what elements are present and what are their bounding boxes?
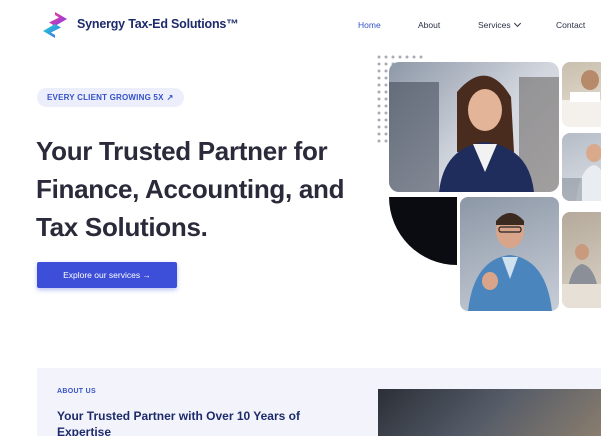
brand-name[interactable]: Synergy Tax-Ed Solutions™ (77, 17, 239, 31)
about-label: ABOUT US (57, 388, 96, 395)
nav-contact[interactable]: Contact (556, 20, 585, 30)
about-section: ABOUT US Your Trusted Partner with Over … (37, 368, 601, 436)
decorative-quarter-circle (389, 197, 457, 265)
hero-title-line: Tax Solutions. (36, 212, 208, 242)
site-header: Synergy Tax-Ed Solutions™ Home About Ser… (0, 0, 601, 52)
hero-title-line: Finance, Accounting, and (36, 174, 345, 204)
about-title: Your Trusted Partner with Over 10 Years … (57, 408, 337, 436)
team-photo-office (562, 212, 601, 308)
about-team-photo (378, 389, 601, 436)
meeting-illustration (562, 144, 601, 201)
about-title-line: Expertise (57, 425, 112, 436)
chevron-down-icon (513, 19, 521, 28)
hero-title-line: Your Trusted Partner for (36, 136, 328, 166)
about-title-line: Your Trusted Partner with Over 10 Years … (57, 409, 300, 423)
team-photo-man-thumbs-up (460, 197, 559, 311)
nav-about[interactable]: About (418, 20, 440, 30)
growth-badge: EVERY CLIENT GROWING 5X ↗ (37, 88, 184, 107)
nav-home[interactable]: Home (358, 20, 381, 30)
hero-title: Your Trusted Partner for Finance, Accoun… (36, 132, 366, 246)
office-illustration (562, 244, 601, 308)
team-photo-woman (389, 62, 559, 192)
nav-services-label: Services (478, 20, 511, 30)
man-portrait-illustration (468, 213, 552, 311)
team-photo-desk (562, 62, 601, 127)
woman-portrait-illustration (389, 75, 559, 192)
desk-illustration (562, 70, 601, 127)
nav-services[interactable]: Services (478, 19, 521, 30)
trend-up-icon: ↗ (166, 93, 174, 102)
brand-logo-icon[interactable] (40, 10, 70, 40)
growth-badge-label: EVERY CLIENT GROWING 5X (47, 93, 164, 102)
team-photo-meeting (562, 133, 601, 201)
explore-services-button[interactable]: Explore our services → (37, 262, 177, 288)
